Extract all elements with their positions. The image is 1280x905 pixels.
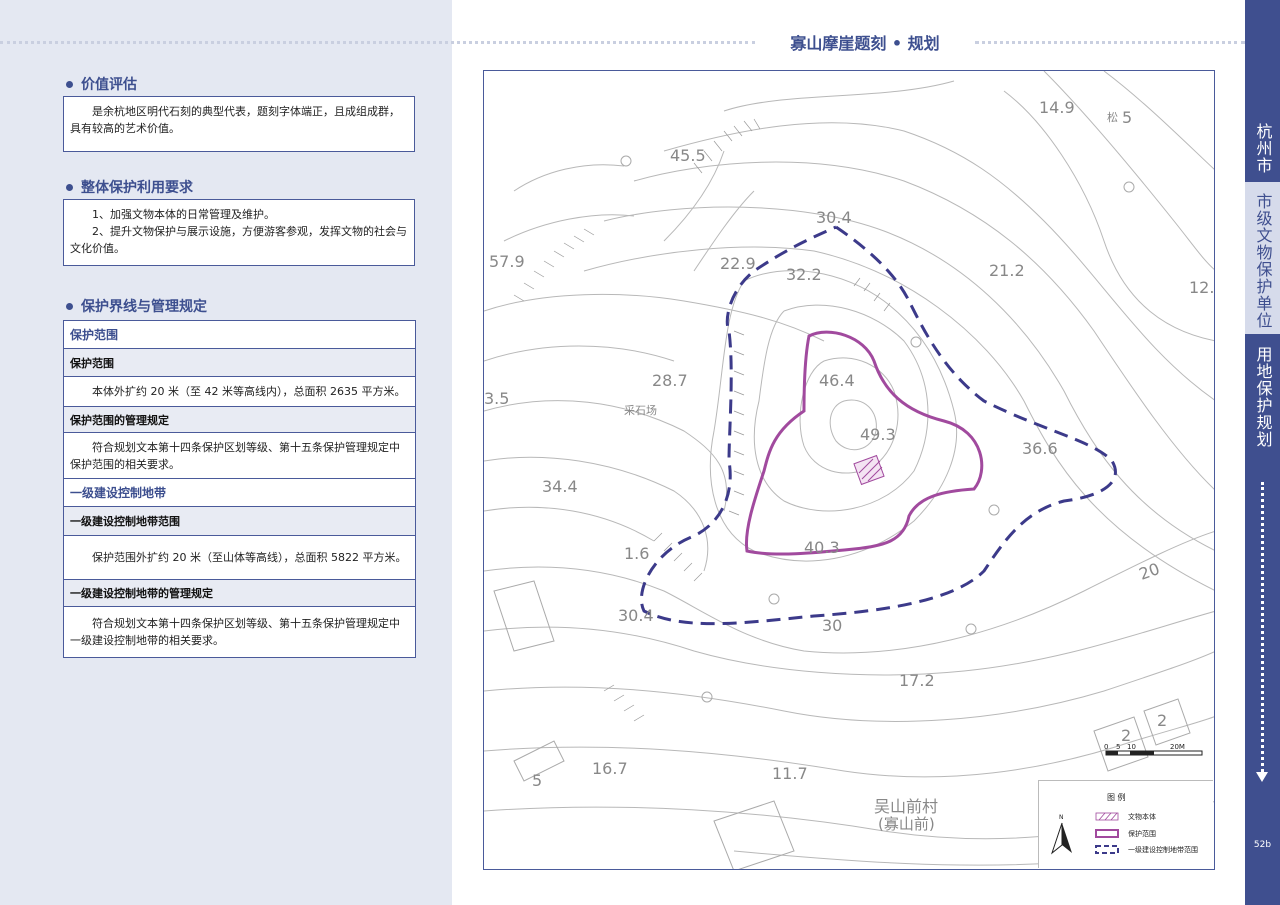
- scale-tick: 0: [1104, 743, 1108, 751]
- elevation-label: 11.7: [772, 764, 808, 783]
- scale-bar: 0 5 10 20M: [1104, 743, 1203, 756]
- boundary-heading: 保护界线与管理规定: [66, 296, 207, 316]
- elevation-label: 36.6: [1022, 439, 1058, 458]
- elevation-label: 49.3: [860, 425, 896, 444]
- sub-control-rules: 一级建设控制地带的管理规定: [64, 580, 415, 607]
- sub-protection-range: 保护范围: [64, 349, 415, 377]
- elevation-label: 32.2: [786, 265, 822, 284]
- legend-item: 保护范围: [1128, 829, 1156, 838]
- elevation-label: 28.7: [652, 371, 688, 390]
- elevation-label: 30.4: [816, 208, 852, 227]
- boundary-table: 保护范围 保护范围 本体外扩约 20 米（至 42 米等高线内），总面积 263…: [63, 320, 416, 658]
- quarry-label: 采石场: [624, 403, 657, 417]
- legend-title: 图 例: [1107, 792, 1126, 802]
- elevation-label: 22.9: [720, 254, 756, 273]
- sidebar-arrow-icon: [1256, 772, 1268, 782]
- bullet-icon: [66, 302, 73, 310]
- overall-box: 1、加强文物本体的日常管理及维护。 2、提升文物保护与展示设施，方便游客参观，发…: [63, 199, 415, 266]
- scale-tick: 10: [1127, 743, 1136, 751]
- text-control-range: 保护范围外扩约 20 米（至山体等高线），总面积 5822 平方米。: [64, 536, 415, 580]
- elevation-label: 45.5: [670, 146, 706, 165]
- scale-tick: 5: [1116, 743, 1120, 751]
- elevation-label: 57.9: [489, 252, 525, 271]
- svg-text:N: N: [1059, 814, 1064, 821]
- sub-protection-rules: 保护范围的管理规定: [64, 407, 415, 433]
- sidebar-item-heritage[interactable]: 市级文物保护单位: [1245, 182, 1280, 334]
- scale-tick: 20M: [1170, 743, 1185, 751]
- elevation-label: 2: [1157, 711, 1167, 730]
- page-title: 寡山摩崖题刻 • 规划: [760, 30, 970, 54]
- elevation-label: 46.4: [819, 371, 855, 390]
- overall-heading: 整体保护利用要求: [66, 177, 193, 197]
- map-legend: 图 例 N 文物本体 保护范围 一级建设控制地带范围: [1038, 780, 1213, 868]
- relic-legend-swatch: [1095, 812, 1119, 821]
- sub-control-range: 一级建设控制地带范围: [64, 507, 415, 536]
- band-control: 一级建设控制地带: [64, 479, 415, 507]
- sidebar-dotted-divider: [1261, 482, 1264, 772]
- elevation-labels: 14.9 5 45.5 30.4 57.9 22.9 32.2 21.2 12.…: [484, 98, 1214, 790]
- village-label: 吴山前村: [874, 797, 938, 816]
- legend-item: 文物本体: [1128, 812, 1156, 821]
- control-legend-swatch: [1095, 845, 1119, 854]
- pine-label: 松: [1107, 110, 1118, 124]
- elevation-label: 12.: [1189, 278, 1214, 297]
- text-control-rules: 符合规划文本第十四条保护区划等级、第十五条保护管理规定中一级建设控制地带的相关要…: [70, 617, 400, 647]
- north-arrow-icon: N: [1050, 814, 1072, 855]
- elevation-label: 17.2: [899, 671, 935, 690]
- legend-graphic: 图 例 N 文物本体 保护范围 一级建设控制地带范围: [1050, 792, 1198, 855]
- elevation-label: 5: [532, 771, 542, 790]
- topographic-map: 14.9 5 45.5 30.4 57.9 22.9 32.2 21.2 12.…: [484, 71, 1214, 869]
- map-frame[interactable]: 14.9 5 45.5 30.4 57.9 22.9 32.2 21.2 12.…: [483, 70, 1215, 870]
- elevation-label: 40.3: [804, 538, 840, 557]
- top-dotted-divider-right: [975, 41, 1245, 44]
- sidebar-item-land-plan[interactable]: 用地保护规划: [1245, 342, 1280, 452]
- page-number: 52b: [1253, 840, 1272, 850]
- relic-body-marker: [853, 454, 885, 486]
- protection-legend-swatch: [1095, 829, 1119, 838]
- overall-line-2: 2、提升文物保护与展示设施，方便游客参观，发挥文物的社会与文化价值。: [70, 225, 407, 255]
- value-text: 是余杭地区明代石刻的典型代表，题刻字体端正，且成组成群，具有较高的艺术价值。: [70, 105, 400, 135]
- top-dotted-divider-left: [0, 41, 755, 44]
- elevation-label: 16.7: [592, 759, 628, 778]
- elevation-label: 30: [822, 616, 842, 635]
- right-sidebar: 杭州市 市级文物保护单位 用地保护规划: [1245, 0, 1280, 905]
- text-protection-rules: 符合规划文本第十四条保护区划等级、第十五条保护管理规定中保护范围的相关要求。: [64, 433, 415, 479]
- value-box: 是余杭地区明代石刻的典型代表，题刻字体端正，且成组成群，具有较高的艺术价值。: [63, 96, 415, 152]
- elevation-label: 3.5: [484, 389, 509, 408]
- value-heading: 价值评估: [66, 74, 137, 94]
- village-alt-label: (寡山前): [878, 815, 935, 833]
- text-protection-range: 本体外扩约 20 米（至 42 米等高线内），总面积 2635 平方米。: [64, 377, 415, 407]
- bullet-icon: [66, 183, 73, 191]
- elevation-label: 30.4: [618, 606, 654, 625]
- overall-line-1: 1、加强文物本体的日常管理及维护。: [92, 208, 275, 221]
- elevation-label: 34.4: [542, 477, 578, 496]
- elevation-label: 1.6: [624, 544, 649, 563]
- elevation-label: 21.2: [989, 261, 1025, 280]
- elevation-label: 14.9: [1039, 98, 1075, 117]
- band-protection: 保护范围: [64, 321, 415, 349]
- elevation-label: 5: [1122, 108, 1132, 127]
- bullet-icon: [66, 80, 73, 88]
- sidebar-item-city[interactable]: 杭州市: [1245, 118, 1280, 178]
- legend-item: 一级建设控制地带范围: [1128, 845, 1198, 854]
